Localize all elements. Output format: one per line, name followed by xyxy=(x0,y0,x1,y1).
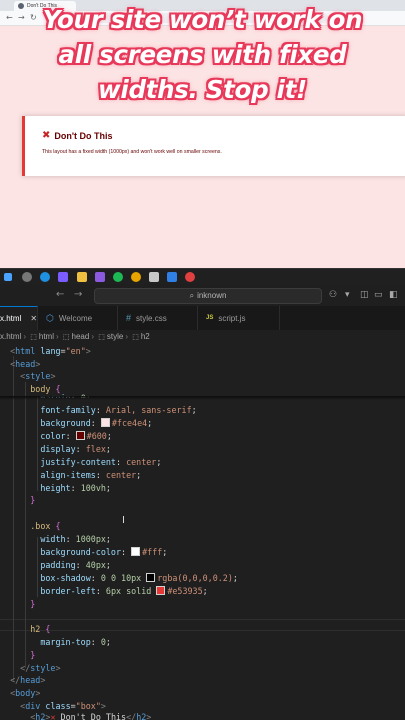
tab-label: style.css xyxy=(136,313,167,323)
tab-style-css[interactable]: # style.css xyxy=(118,306,198,330)
sticky-scroll-shadow xyxy=(0,396,405,400)
caption-overlay: Your site won’t work on all screens with… xyxy=(0,2,405,107)
color-swatch[interactable] xyxy=(100,418,110,427)
tab-label: script.js xyxy=(218,313,246,323)
copilot-icon[interactable]: ⚇ xyxy=(329,288,337,302)
code-editor[interactable]: <html lang="en"> <head> <style> body { m… xyxy=(0,344,405,720)
code-line: .box { xyxy=(30,521,61,531)
tab-script-js[interactable]: JS script.js xyxy=(198,306,280,330)
code-line: } xyxy=(30,650,36,660)
element-icon: ⬚ xyxy=(30,334,37,341)
layout-secondary-icon[interactable]: ◧ xyxy=(389,288,398,302)
demo-box: ✖ Don't Do This This layout has a fixed … xyxy=(22,116,405,176)
css-hash-icon: # xyxy=(126,313,132,323)
copilot-icon[interactable] xyxy=(58,272,68,282)
caption-line-1: Your site won’t work on xyxy=(42,5,363,34)
color-swatch[interactable] xyxy=(75,431,85,440)
record-icon[interactable] xyxy=(185,272,195,282)
code-line: border-left: 6px solid #e53935; xyxy=(40,586,208,596)
code-line: <h2>✕ Don't Do This</h2> xyxy=(0,712,152,720)
terminal-icon[interactable] xyxy=(149,272,159,282)
code-line: font-family: Arial, sans-serif; xyxy=(40,405,197,415)
code-line: } xyxy=(30,599,36,609)
code-line: </head> xyxy=(0,675,46,685)
current-line-highlight xyxy=(0,619,405,631)
demo-text: This layout has a fixed width (1000px) a… xyxy=(42,149,222,155)
tab-welcome[interactable]: ⬡ Welcome xyxy=(38,306,118,330)
app-icon[interactable] xyxy=(95,272,105,282)
code-line: align-items: center; xyxy=(40,470,142,480)
code-line: <style> xyxy=(0,371,56,381)
cross-mark-icon: ✖ xyxy=(42,130,51,141)
editor-tab-bar: x.html ✕ ⬡ Welcome # style.css JS script… xyxy=(0,306,405,331)
folder-icon[interactable] xyxy=(77,272,87,282)
os-taskbar xyxy=(0,268,405,285)
tab-label: x.html xyxy=(0,314,22,323)
browser-preview: Don't Do This ← → ↻ ✖ Don't Do This This… xyxy=(0,0,405,268)
element-icon: ⬚ xyxy=(132,334,139,341)
code-line: justify-content: center; xyxy=(40,457,162,467)
tab-index-html[interactable]: x.html ✕ xyxy=(0,306,38,330)
vscode-title-bar: ← → ⌕ inknown ⚇ ▾ ◫ ▭ ◧ xyxy=(0,284,405,306)
chrome-icon[interactable] xyxy=(131,272,141,282)
code-line: color: #600; xyxy=(40,431,112,441)
color-swatch[interactable] xyxy=(146,573,156,582)
command-center-search[interactable]: ⌕ inknown xyxy=(94,288,322,304)
code-line: } xyxy=(30,495,36,505)
spotify-icon[interactable] xyxy=(113,272,123,282)
vscode-icon: ⬡ xyxy=(46,312,54,323)
breadcrumb-style[interactable]: style xyxy=(107,332,123,341)
search-text: inknown xyxy=(197,291,227,300)
element-icon: ⬚ xyxy=(62,334,70,341)
code-line: <body> xyxy=(0,688,41,698)
breadcrumb-h2[interactable]: h2 xyxy=(141,332,150,341)
search-icon[interactable] xyxy=(22,272,32,282)
code-line: box-shadow: 0 0 10px rgba(0,0,0,0.2); xyxy=(40,573,238,583)
vscode-taskbar-icon[interactable] xyxy=(167,272,177,282)
edge-browser-icon[interactable] xyxy=(40,272,50,282)
color-swatch[interactable] xyxy=(156,586,166,595)
breadcrumb-html[interactable]: html xyxy=(39,332,54,341)
code-line: height: 100vh; xyxy=(40,483,111,493)
js-icon: JS xyxy=(206,315,214,321)
caption-line-3: widths. Stop it! xyxy=(98,75,307,104)
back-arrow-icon[interactable]: ← xyxy=(56,288,64,302)
code-line: margin-top: 0; xyxy=(40,637,111,647)
caption-line-2: all screens with fixed xyxy=(58,40,347,69)
code-line: width: 1000px; xyxy=(40,534,111,544)
element-icon: ⬚ xyxy=(98,334,105,341)
breadcrumb: x.html › ⬚ html › ⬚ head › ⬚ style › ⬚ h2 xyxy=(0,330,405,344)
color-swatch[interactable] xyxy=(131,547,141,556)
layout-sidebar-icon[interactable]: ◫ xyxy=(360,288,369,302)
windows-start-icon[interactable] xyxy=(4,273,12,281)
text-cursor-icon: I xyxy=(122,515,125,526)
code-line: <head> xyxy=(0,359,41,369)
search-icon: ⌕ xyxy=(189,291,195,300)
code-line: background-color: #fff; xyxy=(40,547,168,557)
layout-panel-icon[interactable]: ▭ xyxy=(374,288,383,302)
code-line: padding: 40px; xyxy=(40,560,111,570)
cross-mark-icon: ✕ xyxy=(50,712,56,720)
code-line: background: #fce4e4; xyxy=(40,418,153,428)
chevron-down-icon[interactable]: ▾ xyxy=(345,288,350,302)
breadcrumb-file[interactable]: x.html xyxy=(0,332,21,341)
breadcrumb-head[interactable]: head xyxy=(72,332,90,341)
code-line: <html lang="en"> xyxy=(0,346,91,356)
close-icon[interactable]: ✕ xyxy=(30,314,37,323)
forward-arrow-icon[interactable]: → xyxy=(74,288,82,302)
demo-title: Don't Do This xyxy=(54,131,113,141)
code-line: display: flex; xyxy=(40,444,111,454)
code-line: h2 { xyxy=(30,624,51,634)
demo-heading: ✖ Don't Do This xyxy=(42,130,113,142)
tab-label: Welcome xyxy=(58,313,93,323)
code-line: </style> xyxy=(0,663,61,673)
